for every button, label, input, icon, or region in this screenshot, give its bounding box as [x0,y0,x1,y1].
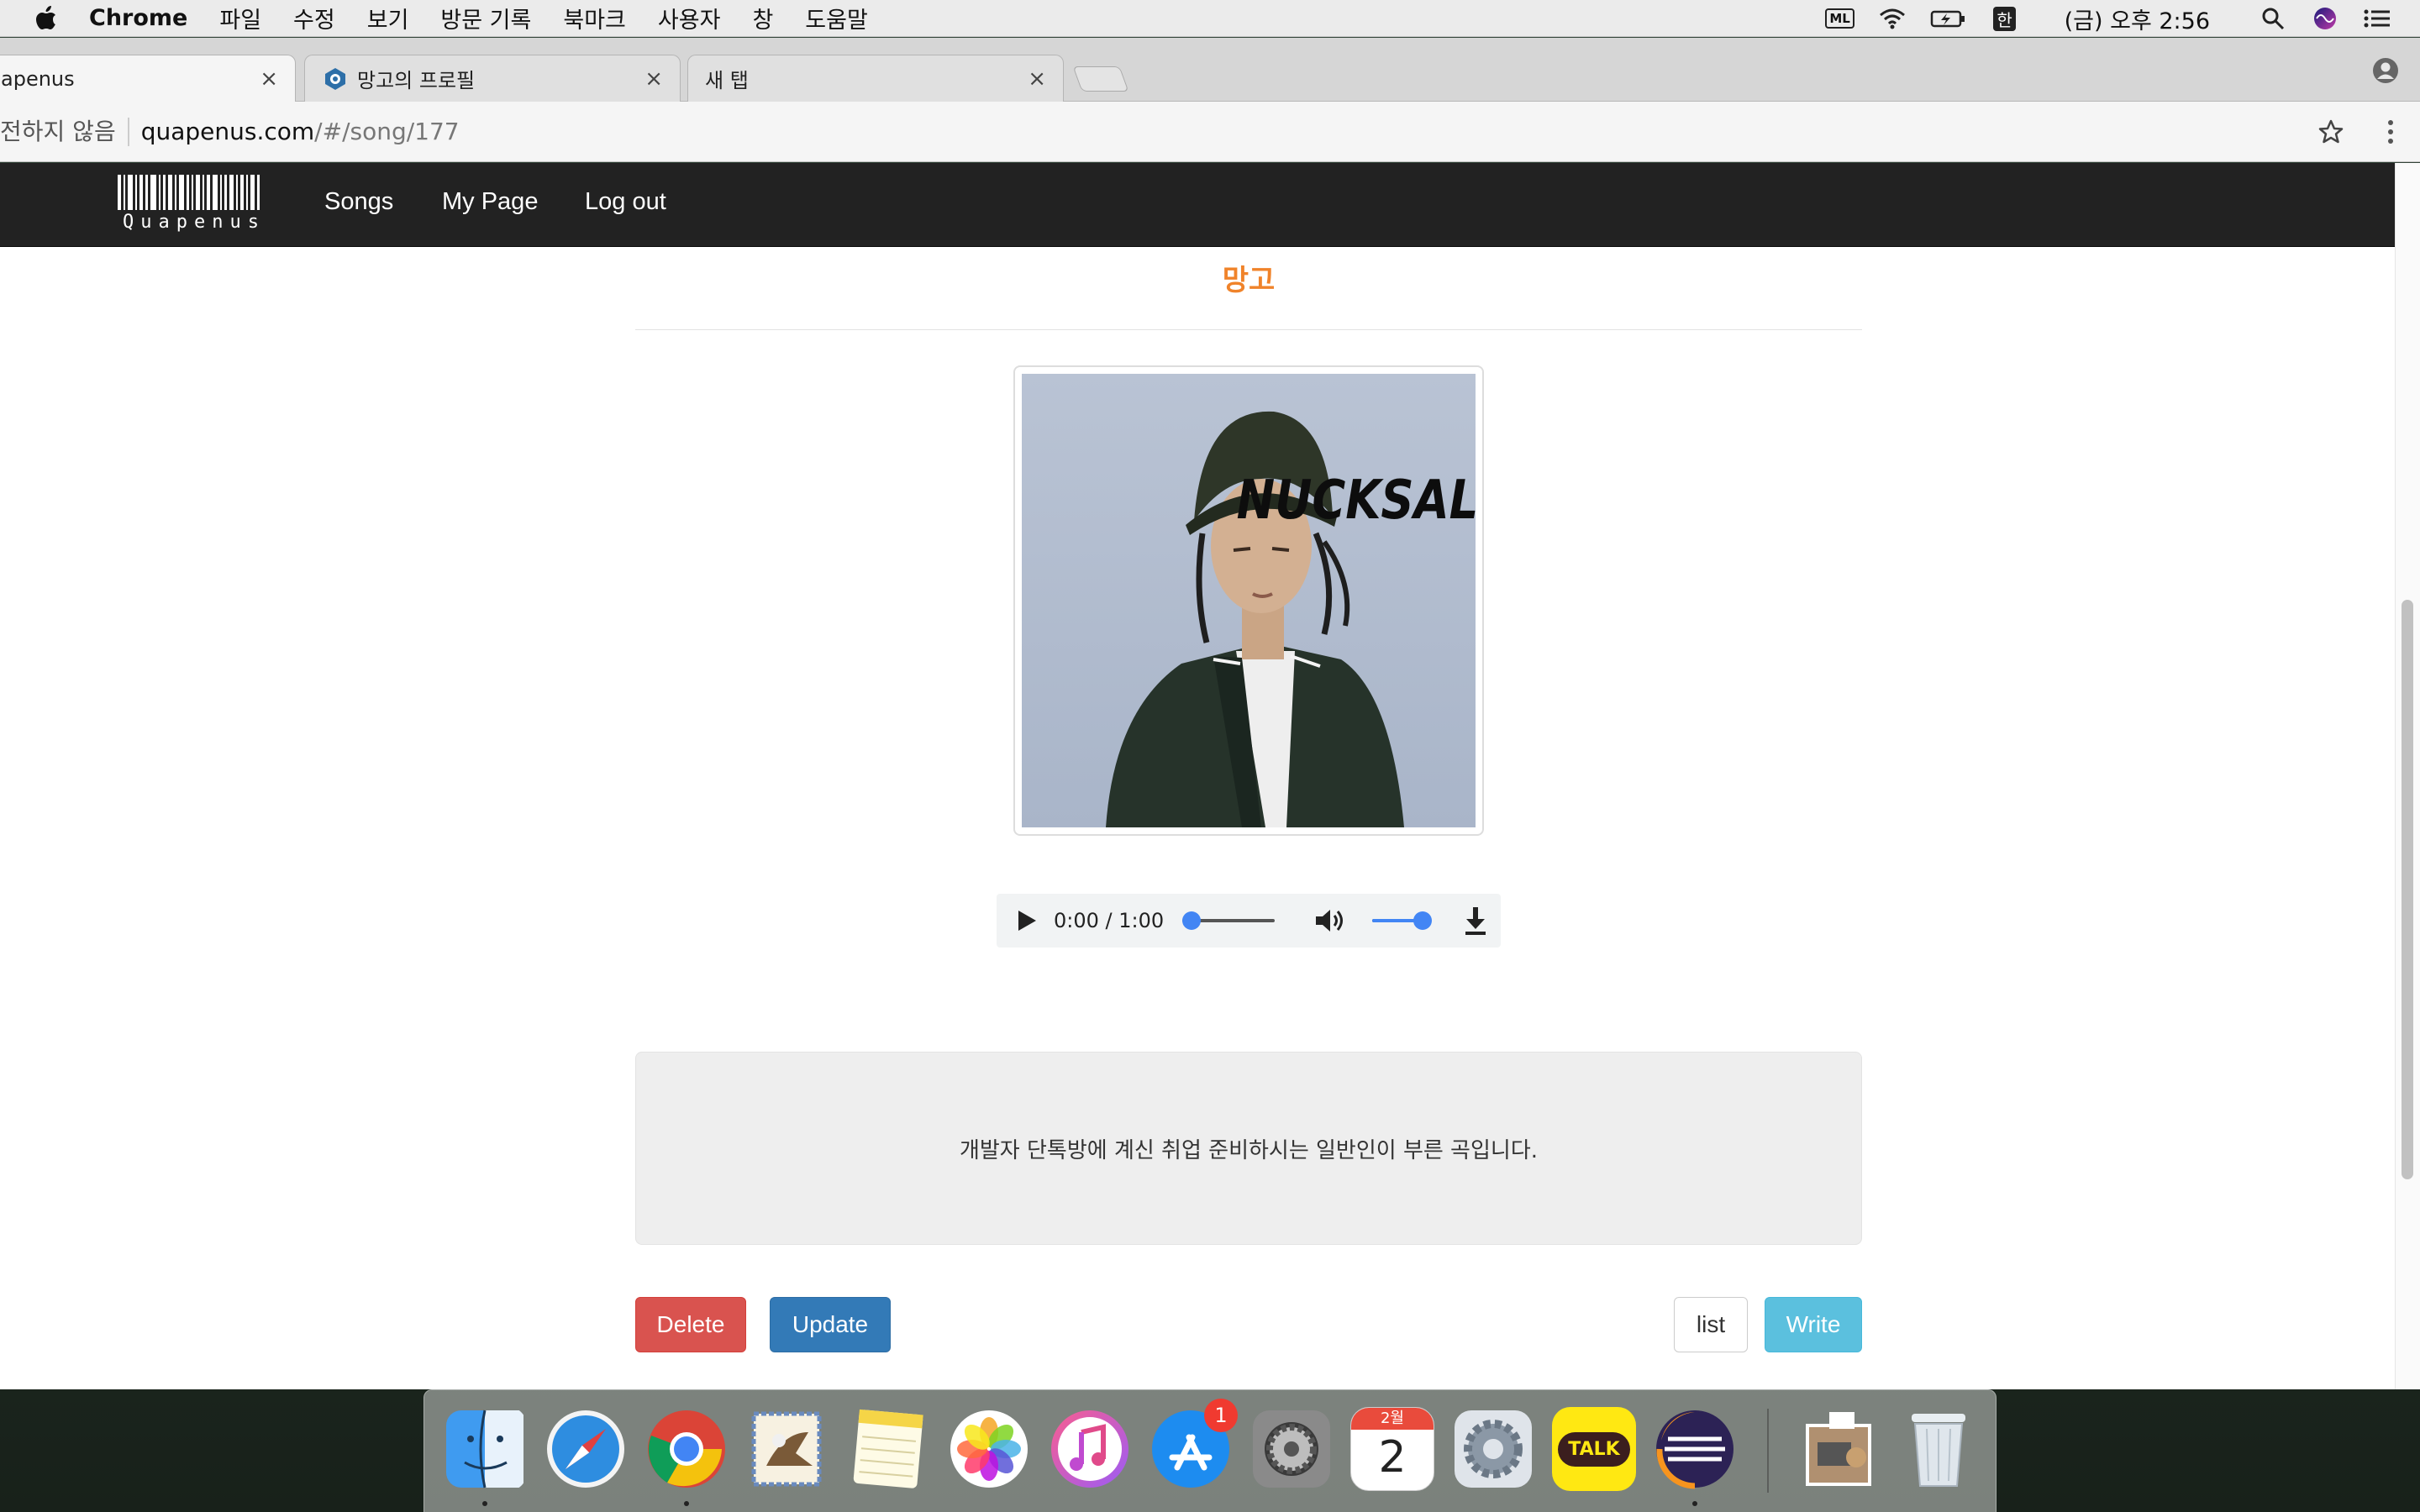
site-logo[interactable]: Quapenus [118,175,272,234]
safari-icon[interactable] [544,1407,628,1491]
menu-bookmarks[interactable]: 북마크 [563,2,626,34]
running-indicator [1692,1501,1697,1506]
menu-window[interactable]: 창 [752,2,773,34]
dock: 1 2월 2 TALK [424,1389,1996,1512]
audio-time: 0:00 / 1:00 [1054,909,1165,932]
volume-icon[interactable] [1313,906,1347,936]
url-path[interactable]: /#/song/177 [314,118,459,145]
delete-button[interactable]: Delete [635,1297,746,1352]
tab-mango-profile[interactable]: 망고의 프로필 × [304,55,681,102]
chrome-icon[interactable] [644,1407,729,1491]
spotlight-search-icon[interactable] [2259,6,2287,31]
notes-icon[interactable] [846,1407,930,1491]
tab-label: 망고의 프로필 [357,69,476,92]
ml-icon[interactable]: ML [1825,6,1854,31]
address-bar[interactable]: 전하지 않음 quapenus.com/#/song/177 [0,102,2420,162]
album-cover-frame: NUCKSAL [1013,365,1484,836]
downloads-stack-icon[interactable] [1796,1407,1880,1491]
trash-icon[interactable] [1897,1407,1981,1491]
page-scrollbar[interactable] [2395,163,2420,1389]
list-button[interactable]: list [1674,1297,1748,1352]
menu-bar: Chrome 파일 수정 보기 방문 기록 북마크 사용자 창 도움말 ML 한… [0,0,2420,37]
song-description: 개발자 단톡방에 계신 취업 준비하시는 일반인이 부른 곡입니다. [635,1052,1862,1245]
bookmark-star-icon[interactable] [2317,118,2344,145]
menu-edit[interactable]: 수정 [293,2,335,34]
close-icon[interactable]: × [260,66,278,92]
finder-icon[interactable] [443,1407,527,1491]
menu-history[interactable]: 방문 기록 [440,2,531,34]
not-secure-label[interactable]: 전하지 않음 [0,117,129,146]
profile-site-favicon-icon [325,67,345,90]
progress-knob[interactable] [1182,911,1202,930]
photos-icon[interactable] [947,1407,1031,1491]
volume-slider[interactable] [1372,911,1433,930]
write-button[interactable]: Write [1765,1297,1862,1352]
cover-text: NUCKSAL [1237,470,1476,532]
nav-my-page[interactable]: My Page [442,188,538,216]
calendar-month: 2월 [1351,1408,1434,1430]
apple-icon[interactable] [35,5,57,31]
siri-icon[interactable] [2311,6,2339,31]
battery-icon[interactable] [1930,6,1967,31]
kakaotalk-icon[interactable]: TALK [1552,1407,1636,1491]
running-indicator [684,1501,689,1506]
album-cover-image: NUCKSAL [1022,374,1476,827]
itunes-icon[interactable] [1048,1407,1132,1491]
menu-view[interactable]: 보기 [367,2,409,34]
notification-center-icon[interactable] [2363,6,2391,31]
eclipse-icon[interactable] [1653,1407,1737,1491]
site-navbar: Quapenus Songs My Page Log out [0,163,2395,247]
menu-clock[interactable]: (금) 오후 2:56 [2065,3,2210,35]
tab-new-tab[interactable]: 새 탭 × [687,55,1064,102]
close-icon[interactable]: × [1028,66,1046,92]
tab-strip: apenus × 망고의 프로필 × 새 탭 × [0,38,2420,102]
new-tab-button[interactable] [1072,66,1129,92]
song-title: 망고 [1222,264,1276,297]
nav-songs[interactable]: Songs [324,188,393,216]
play-icon[interactable] [1015,908,1039,933]
barcode-logo-icon [118,175,272,210]
calendar-day: 2 [1378,1432,1407,1483]
system-preferences-icon[interactable] [1249,1407,1334,1491]
wifi-icon[interactable] [1878,6,1907,31]
menu-file[interactable]: 파일 [219,2,261,34]
scrollbar-thumb[interactable] [2402,600,2413,1179]
ml-label: ML [1825,8,1854,29]
gear-icon[interactable] [1451,1407,1535,1491]
menu-help[interactable]: 도움말 [805,2,868,34]
tab-label: apenus [1,67,75,91]
menu-extras: ML 한 (금) 오후 2:56 [1825,0,2391,37]
song-description-text: 개발자 단톡방에 계신 취업 준비하시는 일반인이 부른 곡입니다. [959,1137,1539,1163]
calendar-icon[interactable]: 2월 2 [1350,1407,1434,1491]
tab-quapenus[interactable]: apenus × [0,55,296,102]
mail-icon[interactable] [745,1407,829,1491]
title-divider [635,329,1862,330]
chrome-menu-icon[interactable] [2386,118,2395,145]
running-indicator [482,1501,487,1506]
desktop: Chrome 파일 수정 보기 방문 기록 북마크 사용자 창 도움말 ML 한… [0,0,2420,1512]
chrome-profile-icon[interactable] [2371,56,2400,85]
brand-name: Quapenus [123,212,266,233]
input-method-label: 한 [1993,6,2016,31]
nav-log-out[interactable]: Log out [585,188,666,216]
close-icon[interactable]: × [644,66,663,92]
app-store-badge: 1 [1204,1399,1238,1432]
dock-separator [1767,1409,1769,1493]
url-host[interactable]: quapenus.com [141,118,314,145]
volume-knob[interactable] [1413,911,1433,930]
audio-progress-slider[interactable] [1182,911,1276,930]
page-viewport: Quapenus Songs My Page Log out 망고 NUCKSA… [0,163,2420,1389]
audio-player: 0:00 / 1:00 [997,894,1501,948]
update-button[interactable]: Update [770,1297,891,1352]
tab-label: 새 탭 [705,69,749,92]
input-method-icon[interactable]: 한 [1991,6,2019,31]
kakaotalk-label: TALK [1558,1431,1630,1467]
menu-app-name[interactable]: Chrome [89,5,187,31]
download-icon[interactable] [1463,906,1488,936]
menu-people[interactable]: 사용자 [658,2,721,34]
